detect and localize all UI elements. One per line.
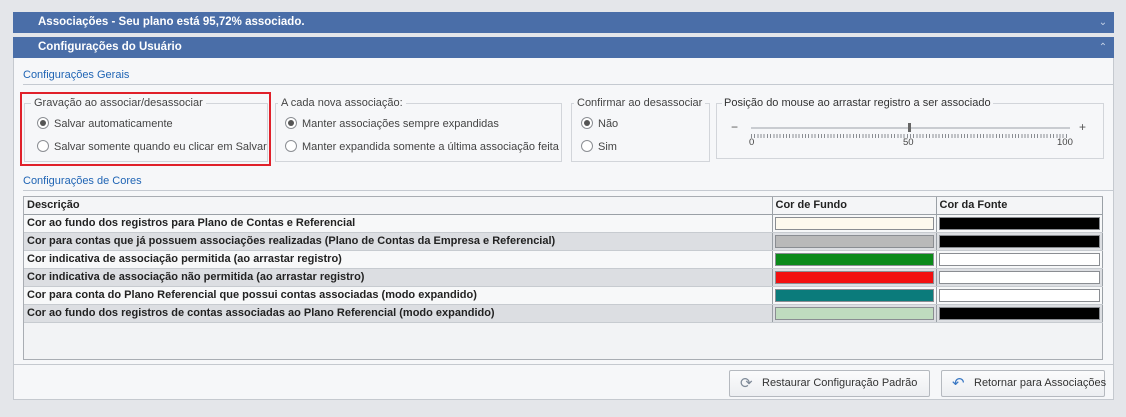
font-color-cell[interactable]	[936, 232, 1103, 251]
restore-icon: ⟳	[740, 375, 753, 392]
table-row[interactable]: Cor indicativa de associação não permiti…	[24, 268, 1103, 287]
background-color-swatch[interactable]	[774, 216, 934, 230]
row-description: Cor para contas que já possuem associaçõ…	[24, 232, 773, 251]
new-association-group: A cada nova associação: Manter associaçõ…	[275, 97, 562, 162]
font-color-swatch[interactable]	[938, 252, 1100, 266]
table-row[interactable]: Cor para contas que já possuem associaçõ…	[24, 232, 1103, 251]
font-color-cell[interactable]	[936, 304, 1103, 323]
confirm-unassociate-group-title: Confirmar ao desassociar	[574, 97, 706, 109]
return-arrow-icon: ↶	[952, 375, 965, 392]
color-table: Descrição Cor de Fundo Cor da Fonte Cor …	[24, 197, 1103, 323]
mouse-position-title: Posição do mouse ao arrastar registro a …	[722, 97, 993, 109]
slider-decrease-icon[interactable]: −	[731, 120, 738, 134]
slider-max-label: 100	[1057, 137, 1073, 148]
back-to-associations-button[interactable]: ↶ Retornar para Associações	[941, 370, 1106, 397]
radio-checked-icon[interactable]	[285, 117, 297, 130]
font-color-cell[interactable]	[936, 250, 1103, 269]
chevron-up-icon[interactable]: ⌃	[1096, 37, 1110, 58]
font-color-swatch[interactable]	[938, 270, 1100, 284]
background-color-cell[interactable]	[772, 250, 937, 269]
table-row[interactable]: Cor para conta do Plano Referencial que …	[24, 286, 1103, 305]
chevron-down-icon[interactable]: ⌄	[1096, 12, 1110, 33]
background-color-cell[interactable]	[772, 232, 937, 251]
user-config-header-bar[interactable]: Configurações do Usuário ⌃	[13, 37, 1114, 58]
column-header-description[interactable]: Descrição	[24, 197, 773, 215]
general-settings-divider	[23, 84, 1113, 85]
font-color-cell[interactable]	[936, 214, 1103, 233]
table-row[interactable]: Cor indicativa de associação permitida (…	[24, 250, 1103, 269]
font-color-cell[interactable]	[936, 268, 1103, 287]
font-color-cell[interactable]	[936, 286, 1103, 305]
background-color-swatch[interactable]	[774, 234, 934, 248]
restore-defaults-button[interactable]: ⟳ Restaurar Configuração Padrão	[729, 370, 930, 397]
radio-checked-icon[interactable]	[581, 117, 593, 130]
column-header-background[interactable]: Cor de Fundo	[772, 197, 937, 215]
highlight-box	[20, 92, 271, 166]
new-association-group-title: A cada nova associação:	[278, 97, 406, 109]
background-color-swatch[interactable]	[774, 270, 934, 284]
font-color-swatch[interactable]	[938, 288, 1100, 302]
general-settings-title: Configurações Gerais	[23, 69, 130, 81]
confirm-yes-option[interactable]: Sim	[581, 140, 617, 154]
color-settings-title: Configurações de Cores	[23, 175, 142, 187]
background-color-swatch[interactable]	[774, 252, 934, 266]
associations-header-title: Associações - Seu plano está 95,72% asso…	[38, 16, 305, 28]
table-row[interactable]: Cor ao fundo dos registros para Plano de…	[24, 214, 1103, 233]
row-description: Cor indicativa de associação permitida (…	[24, 250, 773, 269]
slider-increase-icon[interactable]: +	[1079, 120, 1086, 134]
background-color-cell[interactable]	[772, 268, 937, 287]
slider-min-label: 0	[749, 137, 755, 148]
user-config-header-title: Configurações do Usuário	[38, 41, 182, 53]
footer-divider	[14, 364, 1113, 365]
table-row[interactable]: Cor ao fundo dos registros de contas ass…	[24, 304, 1103, 323]
row-description: Cor ao fundo dos registros para Plano de…	[24, 214, 773, 233]
color-rows: Cor ao fundo dos registros para Plano de…	[24, 214, 1103, 323]
row-description: Cor ao fundo dos registros de contas ass…	[24, 304, 773, 323]
keep-last-expanded-option[interactable]: Manter expandida somente a última associ…	[285, 140, 559, 154]
keep-all-expanded-option[interactable]: Manter associações sempre expandidas	[285, 117, 499, 131]
column-header-font[interactable]: Cor da Fonte	[936, 197, 1103, 215]
row-description: Cor indicativa de associação não permiti…	[24, 268, 773, 287]
radio-unchecked-icon[interactable]	[581, 140, 593, 153]
associations-header-bar[interactable]: Associações - Seu plano está 95,72% asso…	[13, 12, 1114, 33]
color-settings-divider	[23, 190, 1113, 191]
background-color-cell[interactable]	[772, 214, 937, 233]
background-color-swatch[interactable]	[774, 306, 934, 320]
font-color-swatch[interactable]	[938, 216, 1100, 230]
row-description: Cor para conta do Plano Referencial que …	[24, 286, 773, 305]
background-color-swatch[interactable]	[774, 288, 934, 302]
slider-thumb[interactable]	[908, 123, 911, 132]
font-color-swatch[interactable]	[938, 234, 1100, 248]
confirm-unassociate-group: Confirmar ao desassociar Não Sim	[571, 97, 710, 162]
background-color-cell[interactable]	[772, 286, 937, 305]
confirm-no-option[interactable]: Não	[581, 117, 618, 131]
radio-unchecked-icon[interactable]	[285, 140, 297, 153]
font-color-swatch[interactable]	[938, 306, 1100, 320]
slider-mid-label: 50	[903, 137, 914, 148]
background-color-cell[interactable]	[772, 304, 937, 323]
